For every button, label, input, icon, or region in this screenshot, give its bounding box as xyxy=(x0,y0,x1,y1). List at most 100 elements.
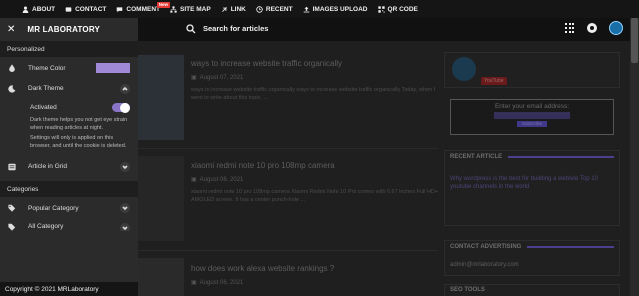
grid-view-icon xyxy=(8,163,16,171)
settings-sidebar: ✕ MR LABORATORY Personalized Theme Color… xyxy=(0,18,138,296)
apps-grid-icon[interactable] xyxy=(565,23,575,33)
activated-row[interactable]: Activated xyxy=(0,98,138,117)
post-snippet: xiaomi redmi note 10 pro 108mp camera Xi… xyxy=(191,189,439,203)
topbar-link-label: ABOUT xyxy=(32,5,56,13)
popular-category-row[interactable]: Popular Category xyxy=(0,197,138,219)
chevron-down-icon[interactable] xyxy=(120,161,130,172)
widget-heading-text: RECENT ARTICLE xyxy=(450,154,503,160)
recent-icon xyxy=(256,5,263,13)
post-title[interactable]: how does work alexa website rankings ? xyxy=(191,264,334,273)
sidebar-footer: Copyright © 2021 MRLaboratory xyxy=(0,282,138,296)
contact-icon xyxy=(65,6,72,12)
widget-heading: CONTACT ADVERTISING xyxy=(445,241,619,253)
tag-icon xyxy=(8,204,16,212)
profile-widget: YouTube xyxy=(444,52,620,88)
popular-category-label: Popular Category xyxy=(28,204,79,212)
post-date: ▣ August 07, 2021 xyxy=(191,74,244,82)
topbar-link-comment[interactable]: COMMENT New xyxy=(116,1,170,13)
topbar-link-label: RECENT xyxy=(265,5,293,13)
droplet-icon xyxy=(8,64,16,72)
search-icon[interactable] xyxy=(186,24,196,34)
moon-icon xyxy=(8,84,16,93)
chevron-down-icon[interactable] xyxy=(120,223,130,231)
chevron-down-icon[interactable] xyxy=(120,203,130,213)
qr-icon xyxy=(377,5,385,13)
article-grid-label: Article in Grid xyxy=(28,163,68,170)
contact-widget: CONTACT ADVERTISING admin@mrlaboratory.c… xyxy=(444,240,620,276)
page: ABOUT CONTACT COMMENT New SITE MAP LINK … xyxy=(0,0,639,296)
widget-heading: SEO TOOLS xyxy=(445,285,619,296)
topbar-link-about[interactable]: ABOUT xyxy=(22,6,55,13)
date-icon: ▣ xyxy=(191,75,197,81)
subscribe-button[interactable]: Subscribe xyxy=(517,121,547,127)
post-date-text: August 06, 2021 xyxy=(199,279,244,286)
theme-color-swatch[interactable] xyxy=(96,63,130,73)
new-badge: New xyxy=(156,1,170,8)
post-thumbnail[interactable] xyxy=(138,156,184,241)
user-icon xyxy=(22,6,29,13)
date-icon: ▣ xyxy=(191,280,197,286)
contact-email[interactable]: admin@mrlaboratory.com xyxy=(445,261,619,269)
subscribe-box: Enter your email address: Subscribe xyxy=(450,99,614,135)
activated-label: Activated xyxy=(30,104,57,111)
section-categories: Categories xyxy=(0,181,138,197)
chevron-up-icon[interactable] xyxy=(120,83,130,94)
post-title[interactable]: xiaomi redmi note 10 pro 108mp camera xyxy=(191,161,335,170)
dark-theme-row[interactable]: Dark Theme xyxy=(0,79,138,98)
topbar-link-label: COMMENT xyxy=(126,5,160,13)
sidebar-header: ✕ MR LABORATORY xyxy=(0,18,138,41)
theme-toggle-icon[interactable] xyxy=(587,23,597,33)
topbar-link-label: CONTACT xyxy=(75,5,107,13)
topbar-link-label: IMAGES UPLOAD xyxy=(312,5,368,13)
post-thumbnail[interactable] xyxy=(138,55,184,140)
post-thumbnail[interactable] xyxy=(138,258,184,296)
section-personalized: Personalized xyxy=(0,41,138,57)
search-input[interactable]: Search for articles xyxy=(203,24,268,33)
dark-theme-label: Dark Theme xyxy=(28,85,64,92)
tags-icon xyxy=(8,223,16,231)
site-title[interactable]: MR LABORATORY xyxy=(27,25,100,34)
widget-heading: RECENT ARTICLE xyxy=(445,151,619,163)
topbar-link-label: LINK xyxy=(230,5,246,13)
topbar-link-sitemap[interactable]: SITE MAP xyxy=(170,6,211,13)
divider xyxy=(138,250,438,251)
topbar-link-link[interactable]: LINK xyxy=(221,6,246,13)
seo-tools-widget: SEO TOOLS xyxy=(444,284,620,296)
theme-color-row[interactable]: Theme Color xyxy=(0,57,138,79)
post-snippet: ways to increase website traffic organic… xyxy=(191,87,436,101)
theme-color-label: Theme Color xyxy=(28,64,66,72)
link-icon xyxy=(221,6,227,12)
dark-theme-toggle[interactable] xyxy=(112,102,130,113)
avatar[interactable] xyxy=(609,21,623,35)
email-field[interactable] xyxy=(494,112,570,119)
widget-heading-text: SEO TOOLS xyxy=(450,287,485,293)
dark-theme-description: Dark theme helps you not get eye strain … xyxy=(30,117,128,131)
article-grid-row[interactable]: Article in Grid xyxy=(0,157,138,176)
widget-heading-text: CONTACT ADVERTISING xyxy=(450,244,522,250)
profile-avatar[interactable] xyxy=(452,57,476,81)
date-icon: ▣ xyxy=(191,177,197,183)
post-date-text: August 06, 2021 xyxy=(199,176,244,183)
close-icon[interactable]: ✕ xyxy=(7,24,15,35)
sitemap-icon xyxy=(170,5,177,13)
scrollbar-thumb[interactable] xyxy=(631,18,638,63)
email-label: Enter your email address: xyxy=(494,103,570,110)
topbar-link-qr-code[interactable]: QR CODE xyxy=(377,5,418,13)
recent-article-links[interactable]: Why wordpress is the best for building a… xyxy=(445,175,619,191)
topbar-link-images-upload[interactable]: IMAGES UPLOAD xyxy=(303,6,368,13)
topbar-link-label: SITE MAP xyxy=(180,5,211,13)
heading-line xyxy=(508,156,614,158)
comment-icon xyxy=(117,6,123,12)
upload-icon xyxy=(303,6,309,12)
post-date-text: August 07, 2021 xyxy=(199,74,244,81)
topbar-link-recent[interactable]: RECENT xyxy=(256,6,293,13)
heading-line xyxy=(527,246,614,248)
top-link-bar: ABOUT CONTACT COMMENT New SITE MAP LINK … xyxy=(0,0,639,18)
all-category-row[interactable]: All Category xyxy=(0,219,138,231)
header-icons xyxy=(565,21,623,35)
post-date: ▣ August 06, 2021 xyxy=(191,279,244,287)
youtube-badge[interactable]: YouTube xyxy=(481,77,507,85)
all-category-label: All Category xyxy=(28,223,64,230)
topbar-link-contact[interactable]: CONTACT xyxy=(65,6,106,13)
post-title[interactable]: ways to increase website traffic organic… xyxy=(191,59,342,68)
